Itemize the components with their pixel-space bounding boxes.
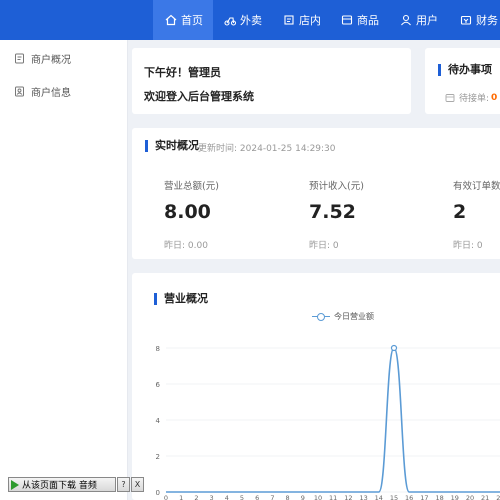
finance-icon (460, 15, 472, 25)
stat-value: 8.00 (164, 201, 211, 223)
business-title: 营业概况 (154, 293, 208, 305)
todo-item-value: 0 (491, 92, 498, 103)
nav-delivery-label: 外卖 (240, 14, 262, 27)
top-navigation: 首页 外卖 店内 商品 用户 财务 (0, 0, 500, 40)
business-card: 营业概况 (132, 273, 500, 500)
nav-goods[interactable]: 商品 (341, 0, 379, 40)
sidebar-item-label: 商户概况 (31, 54, 71, 66)
todo-title: 待办事项 (438, 64, 492, 76)
user-icon (401, 14, 411, 26)
todo-card: 待办事项 待接单: 0 (425, 48, 500, 114)
delivery-icon (224, 17, 236, 26)
close-button[interactable]: X (131, 477, 144, 492)
updated-prefix: 更新时间: (198, 144, 238, 154)
stat-label: 营业总额(元) (164, 181, 219, 192)
stat-yesterday: 昨日: 0 (453, 241, 483, 251)
nav-user-label: 用户 (416, 14, 438, 27)
nav-user[interactable]: 用户 (400, 0, 438, 40)
sidebar-item-merchant-info[interactable]: 商户信息 (14, 81, 71, 101)
stat-yesterday: 昨日: 0.00 (164, 241, 208, 251)
stat-label: 预计收入(元) (309, 181, 364, 192)
stat-value: 2 (453, 201, 467, 223)
sidebar-item-label: 商户信息 (31, 87, 71, 99)
todo-pending-orders[interactable]: 待接单: 0 (445, 91, 497, 104)
store-icon (284, 15, 294, 25)
realtime-updated: 更新时间: 2024-01-25 14:29:30 (198, 141, 336, 154)
nav-home[interactable]: 首页 (153, 0, 213, 40)
download-audio-button[interactable]: 从该页面下载 音频 (8, 477, 116, 492)
download-audio-bar: 从该页面下载 音频 ? X (8, 477, 144, 492)
greeting-card: 下午好！管理员 欢迎登入后台管理系统 (132, 48, 411, 114)
stat-valid-orders: 有效订单数( 2 昨日: 0 (453, 178, 500, 251)
nav-delivery[interactable]: 外卖 (224, 0, 262, 40)
chart-legend[interactable]: 今日营业额 (312, 311, 374, 322)
todo-item-label: 待接单: (459, 94, 490, 104)
nav-store-label: 店内 (299, 14, 321, 27)
nav-goods-label: 商品 (357, 14, 379, 27)
sidebar-item-merchant-overview[interactable]: 商户概况 (14, 48, 71, 68)
stat-total-revenue: 营业总额(元) 8.00 昨日: 0.00 (164, 178, 219, 251)
legend-label: 今日营业额 (334, 312, 374, 321)
help-button[interactable]: ? (117, 477, 130, 492)
sidebar: 商户概况 商户信息 (0, 40, 128, 500)
stat-label: 有效订单数( (453, 181, 500, 192)
legend-line-icon (312, 312, 330, 321)
merchant-overview-icon (15, 53, 24, 63)
realtime-card: 实时概况 更新时间: 2024-01-25 14:29:30 营业总额(元) 8… (132, 128, 500, 259)
home-icon (165, 14, 177, 26)
realtime-title: 实时概况 (145, 140, 199, 152)
stat-value: 7.52 (309, 201, 356, 223)
nav-finance-label: 财务 (476, 14, 498, 27)
nav-store[interactable]: 店内 (283, 0, 321, 40)
nav-finance[interactable]: 财务 (460, 0, 498, 40)
greeting-subtitle: 欢迎登入后台管理系统 (144, 90, 254, 103)
stat-expected-income: 预计收入(元) 7.52 昨日: 0 (309, 178, 364, 251)
goods-icon (341, 15, 353, 25)
download-audio-label: 从该页面下载 音频 (22, 481, 97, 491)
merchant-info-icon (15, 86, 24, 96)
order-icon (445, 93, 455, 102)
nav-home-label: 首页 (181, 14, 203, 27)
stat-yesterday: 昨日: 0 (309, 241, 339, 251)
play-icon (11, 479, 19, 490)
greeting-title: 下午好！管理员 (144, 66, 221, 79)
updated-time: 2024-01-25 14:29:30 (239, 144, 336, 154)
